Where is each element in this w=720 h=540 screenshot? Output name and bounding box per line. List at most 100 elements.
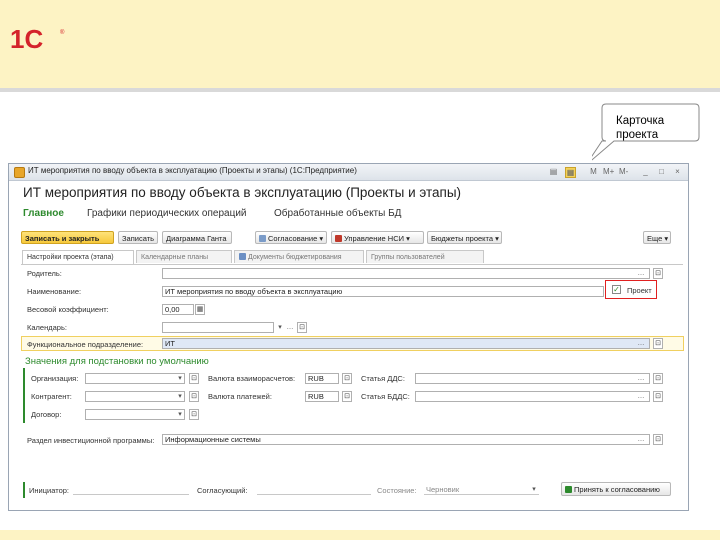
chevron-down-icon[interactable]: ▾ xyxy=(175,373,185,384)
parent-label: Родитель: xyxy=(27,269,62,278)
open-icon[interactable]: ⊡ xyxy=(653,268,663,279)
budgets-label: Бюджеты проекта xyxy=(431,234,494,243)
window-title: ИТ мероприятия по вводу объекта в эксплу… xyxy=(28,166,357,175)
open-icon[interactable]: ⊡ xyxy=(189,391,199,402)
tab-project-settings[interactable]: Настройки проекта (этапа) xyxy=(22,250,134,264)
link-icon[interactable]: ▦ xyxy=(565,167,576,178)
nav-tab-main[interactable]: Главное xyxy=(23,208,64,219)
calculator-icon[interactable]: ▦ xyxy=(195,304,205,315)
nav-tab-schedules[interactable]: Графики периодических операций xyxy=(87,208,247,219)
dept-label: Функциональное подразделение: xyxy=(27,340,144,349)
window-control-mplus[interactable]: М+ xyxy=(603,167,614,176)
svg-text:®: ® xyxy=(60,29,65,36)
maximize-button[interactable]: □ xyxy=(657,167,666,176)
1c-logo: 1С ® xyxy=(10,24,65,54)
approvals-button[interactable]: Согласование ▾ xyxy=(255,231,327,244)
chevron-down-icon[interactable]: ▾ xyxy=(275,322,285,333)
parent-field[interactable] xyxy=(162,268,650,279)
initiator-label: Инициатор: xyxy=(29,486,69,495)
counterparty-field[interactable] xyxy=(85,391,185,402)
app-icon xyxy=(14,167,25,178)
open-icon[interactable]: ⊡ xyxy=(189,373,199,384)
dept-field[interactable]: ИТ xyxy=(162,338,650,349)
window-control-mminus[interactable]: М- xyxy=(619,167,628,176)
currency-mutual-label: Валюта взаиморасчетов: xyxy=(208,374,296,383)
gantt-label: Диаграмма Ганта xyxy=(166,234,227,243)
project-checkbox-label: Проект xyxy=(627,286,652,295)
contract-field[interactable] xyxy=(85,409,185,420)
nav-tab-processed-objects[interactable]: Обработанные объекты БД xyxy=(274,208,401,219)
calendar-field[interactable] xyxy=(162,322,274,333)
open-icon[interactable]: ⊡ xyxy=(653,434,663,445)
callout-line: Карточка xyxy=(616,115,665,127)
chevron-down-icon: ▾ xyxy=(493,234,499,243)
tab-user-groups[interactable]: Группы пользователей xyxy=(366,250,484,263)
tab-budget-documents[interactable]: Документы бюджетирования xyxy=(234,250,364,263)
minimize-button[interactable]: _ xyxy=(641,167,650,176)
org-field[interactable] xyxy=(85,373,185,384)
weight-field[interactable]: 0,00 xyxy=(162,304,194,315)
project-checkbox[interactable]: ✓ xyxy=(612,285,621,294)
save-close-button[interactable]: Записать и закрыть xyxy=(21,231,114,244)
status-value: Черновик xyxy=(426,485,460,494)
chevron-down-icon[interactable]: ▾ xyxy=(529,484,539,495)
status-label: Состояние: xyxy=(377,486,417,495)
currency-payment-field[interactable]: RUB xyxy=(305,391,339,402)
select-button[interactable]: … xyxy=(636,338,646,349)
chevron-down-icon[interactable]: ▾ xyxy=(175,409,185,420)
open-icon[interactable]: ⊡ xyxy=(653,373,663,384)
document-window: ИТ мероприятия по вводу объекта в эксплу… xyxy=(8,163,689,511)
bdr-field[interactable] xyxy=(415,391,650,402)
save-label: Записать xyxy=(122,234,155,243)
open-icon[interactable]: ⊡ xyxy=(342,391,352,402)
approver-field[interactable] xyxy=(257,484,371,495)
more-label: Еще xyxy=(647,234,663,243)
dds-field[interactable] xyxy=(415,373,650,384)
status-field[interactable]: Черновик xyxy=(424,484,539,495)
invest-label: Раздел инвестиционной программы: xyxy=(27,436,155,445)
open-icon[interactable]: ⊡ xyxy=(189,409,199,420)
chevron-down-icon: ▾ xyxy=(404,234,410,243)
nsi-icon xyxy=(335,235,342,242)
accept-approval-label: Принять к согласованию xyxy=(574,485,660,494)
tab-budget-documents-label: Документы бюджетирования xyxy=(248,254,342,261)
calendar-label: Календарь: xyxy=(27,323,67,332)
gantt-button[interactable]: Диаграмма Ганта xyxy=(162,231,232,244)
tab-calendar-plans[interactable]: Календарные планы xyxy=(136,250,232,263)
select-button[interactable]: … xyxy=(636,391,646,402)
header-divider xyxy=(0,88,720,92)
open-icon[interactable]: ⊡ xyxy=(653,391,663,402)
more-button[interactable]: Еще ▾ xyxy=(643,231,671,244)
open-icon[interactable]: ⊡ xyxy=(297,322,307,333)
currency-payment-label: Валюта платежей: xyxy=(208,392,272,401)
select-button[interactable]: … xyxy=(285,322,295,333)
svg-text:1С: 1С xyxy=(10,24,43,54)
save-button[interactable]: Записать xyxy=(118,231,158,244)
budgets-button[interactable]: Бюджеты проекта ▾ xyxy=(427,231,502,244)
window-control-m[interactable]: М xyxy=(589,167,598,176)
callout-line: проекта xyxy=(616,129,659,141)
chevron-down-icon[interactable]: ▾ xyxy=(175,391,185,402)
org-label: Организация: xyxy=(31,374,79,383)
currency-mutual-field[interactable]: RUB xyxy=(305,373,339,384)
open-icon[interactable]: ⊡ xyxy=(342,373,352,384)
approvals-label: Согласование xyxy=(268,234,318,243)
nsi-label: Управление НСИ xyxy=(344,234,404,243)
weight-label: Весовой коэффициент: xyxy=(27,305,109,314)
name-label: Наименование: xyxy=(27,287,82,296)
chevron-down-icon: ▾ xyxy=(662,234,669,243)
accept-approval-button[interactable]: Принять к согласованию xyxy=(561,482,671,496)
select-button[interactable]: … xyxy=(636,434,646,445)
approvals-icon xyxy=(259,235,266,242)
select-button[interactable]: … xyxy=(636,268,646,279)
close-button[interactable]: × xyxy=(673,167,682,176)
window-titlebar: ИТ мероприятия по вводу объекта в эксплу… xyxy=(9,164,688,181)
print-icon[interactable]: ▤ xyxy=(549,167,558,176)
name-field[interactable]: ИТ мероприятия по вводу объекта в эксплу… xyxy=(162,286,604,297)
footer-indicator xyxy=(23,482,25,498)
invest-field[interactable]: Информационные системы xyxy=(162,434,650,445)
initiator-field[interactable] xyxy=(73,484,189,495)
open-icon[interactable]: ⊡ xyxy=(653,338,663,349)
select-button[interactable]: … xyxy=(636,373,646,384)
nsi-button[interactable]: Управление НСИ ▾ xyxy=(331,231,424,244)
